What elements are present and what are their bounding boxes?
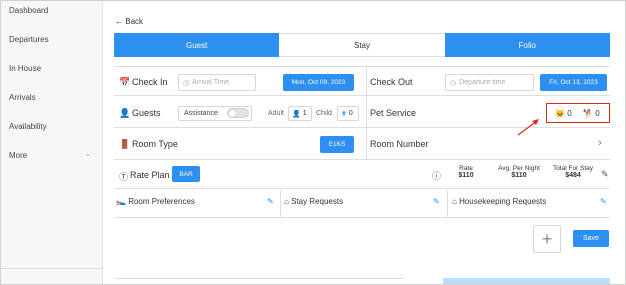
- chevron-down-icon[interactable]: ⌄: [85, 150, 91, 158]
- info-icon[interactable]: ⓘ: [432, 169, 441, 182]
- room-type-button[interactable]: E1KS: [320, 136, 354, 153]
- assistance-label: Assistance: [184, 110, 218, 117]
- user-icon: 👤: [119, 108, 131, 118]
- cat-icon: 🐱: [555, 109, 565, 118]
- arrow-left-icon: ←: [115, 17, 123, 26]
- preferences-row: 🛌 Room Preferences ✎ ⌂ Stay Requests ✎ ⌂…: [114, 190, 610, 218]
- assistance-toggle[interactable]: [227, 108, 249, 118]
- clock-icon: ◷: [183, 79, 190, 87]
- avg-per-night-label: Avg. Per Night: [498, 165, 540, 172]
- housekeeping-requests-label: Housekeeping Requests: [459, 197, 547, 206]
- check-in-label: Check In: [132, 77, 168, 87]
- check-out-date-button[interactable]: Fri, Oct 13, 2023: [540, 74, 607, 91]
- tab-stay[interactable]: Stay: [279, 33, 445, 57]
- calendar-icon: 📅: [119, 77, 131, 87]
- child-count: 0: [348, 110, 353, 117]
- back-label: Back: [125, 17, 144, 26]
- room-type-label: Room Type: [132, 139, 178, 149]
- housekeeping-requests: ⌂ Housekeeping Requests: [452, 197, 546, 206]
- stay-requests-label: Stay Requests: [291, 197, 344, 206]
- child-icon: ✟: [341, 110, 347, 118]
- edit-housekeeping-requests-icon[interactable]: ✎: [600, 197, 607, 206]
- sidebar-item-more[interactable]: More: [9, 151, 27, 160]
- dog-count-field[interactable]: 🐕 0: [583, 109, 600, 118]
- adult-count: 1: [302, 110, 307, 117]
- rate-plan-row: Ⓣ Rate Plan BAR ⓘ Rate $110 Avg. Per Nig…: [114, 161, 610, 189]
- total-for-stay-column: Total For Stay $484: [550, 165, 596, 179]
- dollar-circle-icon: Ⓣ: [119, 172, 129, 182]
- rate-plan-label: Rate Plan: [130, 170, 170, 180]
- sidebar: Dashboard Departures In House Arrivals A…: [0, 0, 103, 285]
- sidebar-item-arrivals[interactable]: Arrivals: [9, 93, 36, 102]
- pet-service-label: Pet Service: [370, 108, 417, 118]
- rate-value: $110: [458, 172, 474, 179]
- home-icon: ⌂: [452, 197, 457, 206]
- room-preferences-label: Room Preferences: [128, 197, 195, 206]
- avg-per-night-value: $110: [511, 172, 527, 179]
- sidebar-divider: [0, 268, 103, 269]
- rate-column: Rate $110: [452, 165, 480, 179]
- sidebar-item-dashboard[interactable]: Dashboard: [9, 6, 48, 15]
- stay-requests: ⌂ Stay Requests: [284, 197, 343, 206]
- child-count-field[interactable]: ✟ 0: [337, 106, 359, 121]
- total-for-stay-label: Total For Stay: [552, 165, 594, 172]
- guests-label: Guests: [132, 108, 161, 118]
- chevron-right-icon[interactable]: ›: [598, 137, 602, 149]
- arrival-time-input[interactable]: ◷ Arrival Time: [178, 74, 256, 91]
- room-number-label: Room Number: [370, 139, 429, 149]
- add-button[interactable]: +: [533, 225, 561, 253]
- sidebar-item-departures[interactable]: Departures: [9, 35, 49, 44]
- dates-row: 📅 Check In ◷ Arrival Time Mon, Oct 09, 2…: [114, 66, 610, 97]
- sidebar-item-availability[interactable]: Availability: [9, 122, 47, 131]
- departure-time-placeholder: Departure time: [459, 79, 506, 86]
- edit-stay-requests-icon[interactable]: ✎: [433, 197, 440, 206]
- room-preferences: 🛌 Room Preferences: [116, 197, 195, 206]
- cat-count: 0: [567, 109, 572, 118]
- tab-bar: Guest Stay Folio: [114, 33, 610, 57]
- back-link[interactable]: ← Back: [115, 17, 143, 26]
- rate-label: Rate: [459, 165, 473, 172]
- departure-time-input[interactable]: ◷ Departure time: [445, 74, 534, 91]
- cat-count-field[interactable]: 🐱 0: [555, 109, 572, 118]
- tab-folio[interactable]: Folio: [444, 33, 610, 57]
- arrival-time-placeholder: Arrival Time: [192, 79, 230, 86]
- bed-icon: 🛌: [116, 197, 126, 206]
- tab-guest[interactable]: Guest: [114, 33, 280, 57]
- dog-count: 0: [595, 109, 600, 118]
- edit-room-preferences-icon[interactable]: ✎: [267, 197, 274, 206]
- check-in-date-button[interactable]: Mon, Oct 09, 2023: [283, 74, 354, 91]
- total-for-stay-value: $484: [565, 172, 581, 179]
- adult-count-field[interactable]: 👤 1: [288, 106, 312, 121]
- adult-label: Adult: [268, 110, 284, 117]
- plus-icon: +: [541, 228, 553, 249]
- edit-icon[interactable]: ✎: [601, 169, 609, 180]
- home-icon: ⌂: [284, 197, 289, 206]
- bottom-action-bar[interactable]: [443, 278, 610, 285]
- save-button[interactable]: Save: [573, 230, 609, 247]
- sidebar-item-in-house[interactable]: In House: [9, 64, 41, 73]
- adult-icon: 👤: [292, 110, 301, 118]
- door-icon: 🚪: [119, 139, 131, 149]
- rate-plan-code-button[interactable]: BAR: [172, 166, 200, 182]
- avg-per-night-column: Avg. Per Night $110: [495, 165, 543, 179]
- dog-icon: 🐕: [583, 109, 593, 118]
- room-row: 🚪 Room Type E1KS Room Number ›: [114, 129, 610, 160]
- clock-icon: ◷: [450, 79, 457, 87]
- bottom-divider: [114, 278, 404, 285]
- child-label: Child: [316, 110, 332, 117]
- check-out-label: Check Out: [370, 77, 413, 87]
